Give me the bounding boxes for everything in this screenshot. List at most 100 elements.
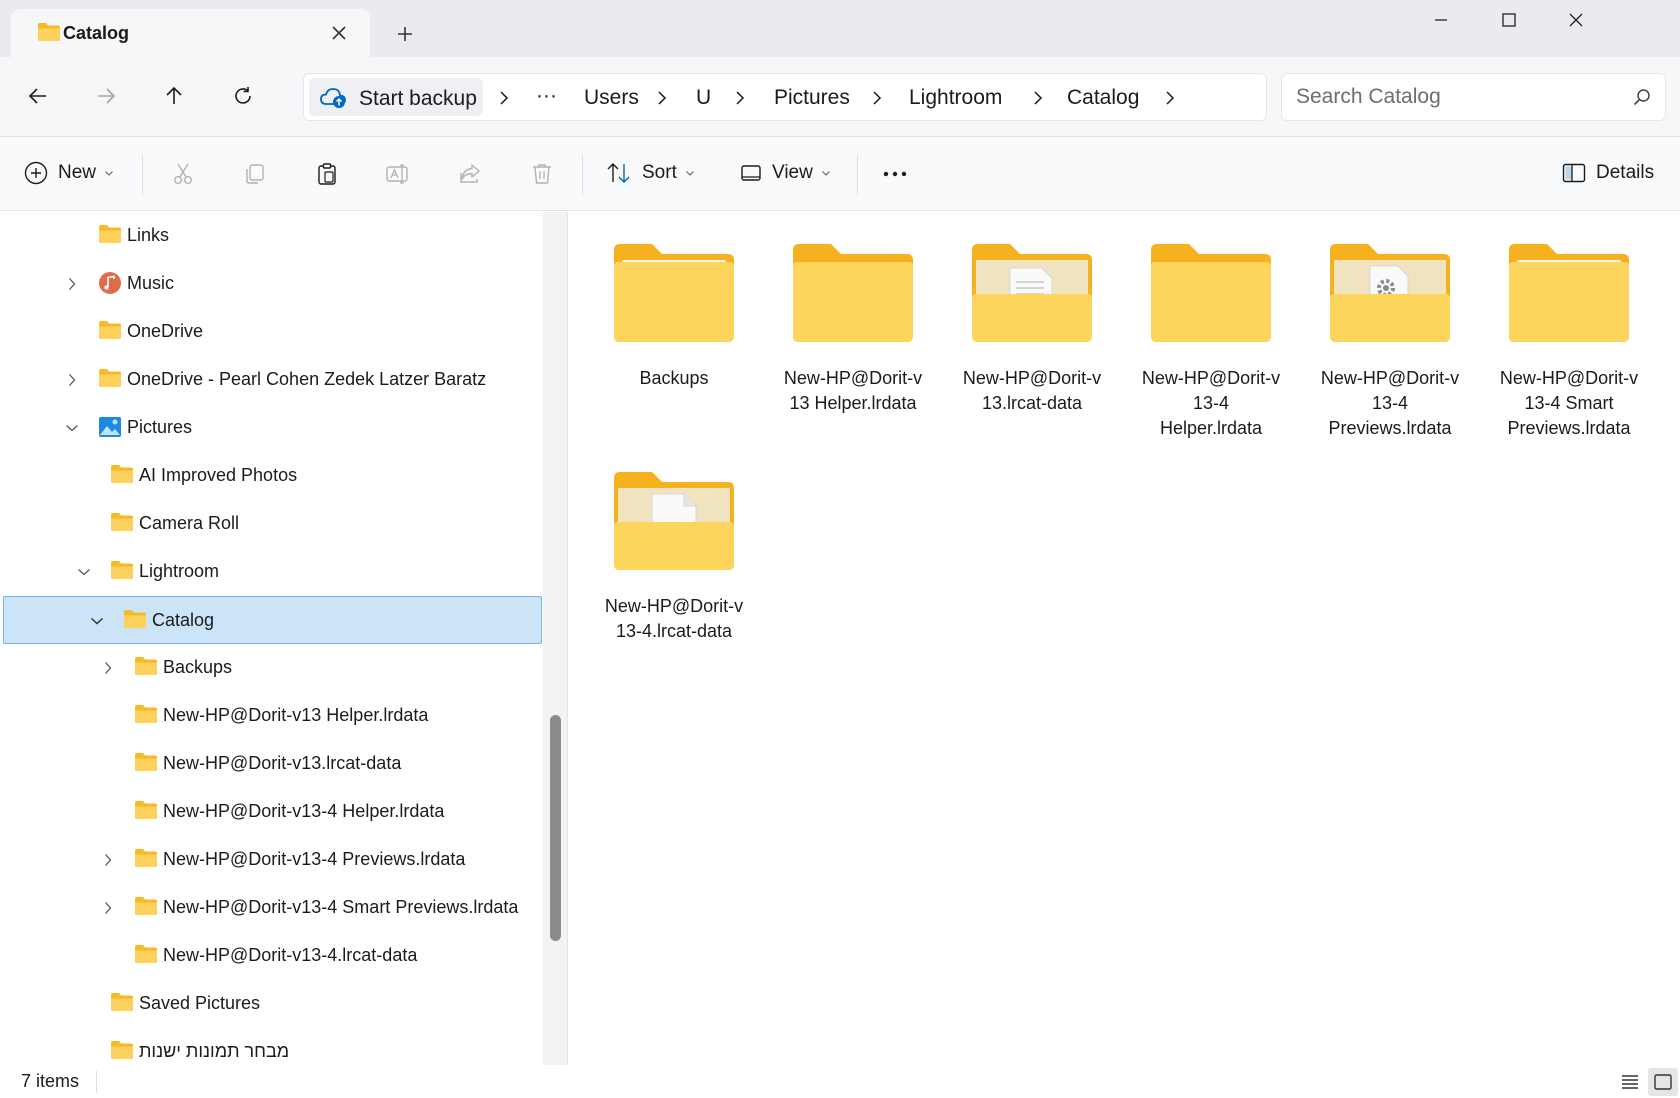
nav-item-backups[interactable]: Backups xyxy=(2,644,542,692)
chevron-down-icon xyxy=(105,171,113,176)
nav-label: New-HP@Dorit-v13-4 Previews.lrdata xyxy=(163,849,466,869)
forward-button[interactable] xyxy=(84,74,128,118)
details-view-icon[interactable] xyxy=(1615,1068,1645,1096)
breadcrumb-overflow[interactable]: ··· xyxy=(536,84,557,108)
plus-circle-icon xyxy=(24,161,48,185)
tab-title: Catalog xyxy=(63,23,130,43)
file-label: New-HP@Dorit-v 13-4 Smart Previews.lrdata xyxy=(1499,368,1639,438)
file-item-helper-v13-4[interactable]: New-HP@Dorit-v 13-4 Helper.lrdata xyxy=(1126,212,1296,438)
chevron-down-icon[interactable] xyxy=(87,611,107,631)
file-item-smart-previews-v13-4[interactable]: New-HP@Dorit-v 13-4 Smart Previews.lrdata xyxy=(1484,212,1654,438)
breadcrumb-users[interactable]: Users xyxy=(584,86,639,110)
folder-icon xyxy=(110,1040,134,1065)
nav-item-previews-v13-4[interactable]: New-HP@Dorit-v13-4 Previews.lrdata xyxy=(2,836,542,884)
nav-item-helper-v13[interactable]: New-HP@Dorit-v13 Helper.lrdata xyxy=(2,692,542,740)
minimize-icon[interactable] xyxy=(1408,0,1474,40)
file-item-helper-v13[interactable]: New-HP@Dorit-v 13 Helper.lrdata xyxy=(768,212,938,427)
start-backup-button[interactable]: Start backup xyxy=(309,78,483,116)
view-button[interactable]: View xyxy=(740,151,831,195)
close-tab-icon[interactable] xyxy=(325,19,353,47)
close-window-icon[interactable] xyxy=(1543,0,1609,40)
cut-icon[interactable] xyxy=(163,154,203,194)
nav-label: Backups xyxy=(163,657,233,677)
chevron-down-icon[interactable] xyxy=(74,562,94,582)
large-icons-view-icon[interactable] xyxy=(1648,1068,1678,1096)
nav-item-onedrive[interactable]: OneDrive xyxy=(2,308,542,356)
file-label: New-HP@Dorit-v 13 Helper.lrdata xyxy=(783,368,923,413)
folder-icon xyxy=(98,224,122,249)
chevron-right-icon[interactable] xyxy=(1162,88,1178,108)
copy-icon[interactable] xyxy=(235,154,275,194)
folder-with-document-icon xyxy=(612,468,736,577)
chevron-right-icon[interactable] xyxy=(869,88,885,108)
folder-icon xyxy=(134,848,158,873)
folder-icon xyxy=(98,368,122,393)
share-icon[interactable] xyxy=(450,154,490,194)
nav-item-saved-pictures[interactable]: Saved Pictures xyxy=(2,980,542,1028)
nav-item-ai-improved-photos[interactable]: AI Improved Photos xyxy=(2,452,542,500)
folder-with-document-icon xyxy=(970,240,1094,349)
nav-item-lrcat-v13[interactable]: New-HP@Dorit-v13.lrcat-data xyxy=(2,740,542,788)
nav-item-smart-previews-v13-4[interactable]: New-HP@Dorit-v13-4 Smart Previews.lrdata xyxy=(2,884,542,932)
chevron-down-icon xyxy=(821,171,830,176)
nav-item-links[interactable]: Links xyxy=(2,212,542,260)
nav-item-camera-roll[interactable]: Camera Roll xyxy=(2,500,542,548)
nav-scrollbar-thumb[interactable] xyxy=(550,715,561,941)
chevron-right-icon[interactable] xyxy=(1030,88,1046,108)
chevron-right-icon[interactable] xyxy=(62,274,82,294)
view-icon xyxy=(741,165,761,181)
chevron-right-icon[interactable] xyxy=(98,658,118,678)
nav-item-pictures[interactable]: Pictures xyxy=(2,404,542,452)
details-label: Details xyxy=(1596,162,1655,183)
file-item-lrcat-v13-4[interactable]: New-HP@Dorit-v 13-4.lrcat-data xyxy=(589,440,759,655)
chevron-right-icon[interactable] xyxy=(732,88,748,108)
delete-icon[interactable] xyxy=(522,154,562,194)
divider xyxy=(582,155,583,195)
chevron-right-icon[interactable] xyxy=(496,88,512,108)
details-button[interactable]: Details xyxy=(1562,151,1654,195)
details-pane-icon xyxy=(1562,163,1586,183)
breadcrumb-pictures[interactable]: Pictures xyxy=(774,86,850,110)
nav-item-hebrew-folder[interactable]: מבחר תמונות ישנות xyxy=(2,1028,542,1065)
new-button[interactable]: New xyxy=(24,151,114,195)
new-label: New xyxy=(58,162,97,183)
chevron-right-icon[interactable] xyxy=(98,850,118,870)
folder-icon xyxy=(98,320,122,345)
nav-item-onedrive-org[interactable]: OneDrive - Pearl Cohen Zedek Latzer Bara… xyxy=(2,356,542,404)
nav-item-lrcat-v13-4[interactable]: New-HP@Dorit-v13-4.lrcat-data xyxy=(2,932,542,980)
status-bar: 7 items xyxy=(0,1065,1680,1098)
search-icon[interactable] xyxy=(1633,88,1651,111)
search-box[interactable] xyxy=(1281,73,1666,121)
sort-label: Sort xyxy=(642,162,677,183)
chevron-down-icon[interactable] xyxy=(62,418,82,438)
chevron-right-icon[interactable] xyxy=(98,898,118,918)
refresh-button[interactable] xyxy=(221,74,265,118)
chevron-right-icon[interactable] xyxy=(654,88,670,108)
file-item-lrcat-v13[interactable]: New-HP@Dorit-v 13.lrcat-data xyxy=(947,212,1117,427)
title-bar: Catalog xyxy=(0,0,1680,57)
breadcrumb-u[interactable]: U xyxy=(696,86,711,110)
chevron-right-icon[interactable] xyxy=(62,370,82,390)
more-options-button[interactable] xyxy=(874,154,916,194)
new-tab-button[interactable] xyxy=(391,20,419,48)
file-item-backups[interactable]: Backups xyxy=(589,212,759,427)
command-bar: New Sort View Details xyxy=(0,137,1680,211)
up-button[interactable] xyxy=(152,74,196,118)
file-item-previews-v13-4[interactable]: New-HP@Dorit-v 13-4 Previews.lrdata xyxy=(1305,212,1475,438)
tab-catalog[interactable]: Catalog xyxy=(11,9,370,57)
refresh-icon xyxy=(235,87,251,104)
search-input[interactable] xyxy=(1296,82,1616,112)
breadcrumb-lightroom[interactable]: Lightroom xyxy=(909,86,1002,110)
maximize-icon[interactable] xyxy=(1476,0,1542,40)
paste-icon[interactable] xyxy=(307,154,347,194)
sort-button[interactable]: Sort xyxy=(606,151,695,195)
nav-item-lightroom[interactable]: Lightroom xyxy=(2,548,542,596)
nav-item-catalog[interactable]: Catalog xyxy=(3,596,542,644)
nav-item-music[interactable]: Music xyxy=(2,260,542,308)
address-bar[interactable]: Start backup ··· Users U Pictures Lightr… xyxy=(303,73,1267,121)
rename-icon[interactable] xyxy=(378,154,418,194)
breadcrumb-catalog[interactable]: Catalog xyxy=(1067,86,1139,110)
back-button[interactable] xyxy=(16,74,60,118)
nav-item-helper-v13-4[interactable]: New-HP@Dorit-v13-4 Helper.lrdata xyxy=(2,788,542,836)
folder-icon xyxy=(123,609,147,634)
